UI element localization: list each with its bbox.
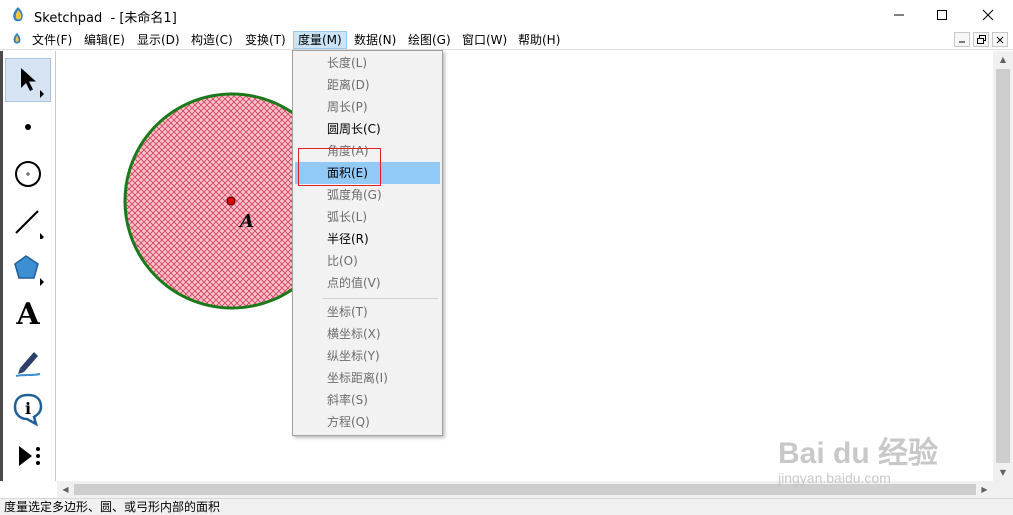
arrow-select-icon <box>21 68 44 98</box>
vertical-scroll-thumb[interactable] <box>996 69 1010 463</box>
point-tool[interactable] <box>5 105 51 149</box>
menu-item-perimeter[interactable]: 周长(P) <box>295 96 440 118</box>
title-bar: Sketchpad - [未命名1] <box>0 0 1013 30</box>
point-label-a[interactable]: A <box>238 211 254 232</box>
close-icon <box>996 36 1004 43</box>
compass-tool[interactable] <box>5 152 51 196</box>
menu-window[interactable]: 窗口(W) <box>458 31 511 49</box>
close-icon <box>982 9 994 21</box>
text-a-icon: A <box>16 297 40 332</box>
menu-edit[interactable]: 编辑(E) <box>80 31 129 49</box>
scroll-down-button[interactable]: ▼ <box>993 464 1013 481</box>
custom-tool[interactable] <box>5 434 51 478</box>
canvas-drawing: A <box>123 92 341 310</box>
status-bar: 度量选定多边形、圆、或弓形内部的面积 <box>0 498 1013 515</box>
info-icon: i <box>13 393 43 427</box>
circle-compass-icon <box>15 161 41 187</box>
menu-item-coordinates[interactable]: 坐标(T) <box>295 301 440 323</box>
triangle-down-icon: ▼ <box>999 468 1007 477</box>
svg-text:i: i <box>25 399 31 418</box>
document-icon[interactable] <box>10 32 24 46</box>
menu-item-equation[interactable]: 方程(Q) <box>295 411 440 433</box>
sketch-canvas[interactable]: A <box>57 51 993 481</box>
doc-minimize-button[interactable] <box>954 32 970 47</box>
maximize-icon <box>937 10 947 20</box>
menu-item-circumference[interactable]: 圆周长(C) <box>295 118 440 140</box>
horizontal-scrollbar[interactable]: ◀ ▶ <box>57 481 993 498</box>
menu-item-radius[interactable]: 半径(R) <box>295 228 440 250</box>
sketchpad-app-icon[interactable] <box>10 6 26 24</box>
chevron-right-icon: ▶ <box>981 485 988 494</box>
pentagon-icon <box>14 255 44 286</box>
menu-item-abscissa[interactable]: 横坐标(X) <box>295 323 440 345</box>
window-title: Sketchpad - [未命名1] <box>34 11 177 26</box>
line-segment-icon <box>15 210 44 239</box>
information-tool[interactable]: i <box>5 387 51 431</box>
menu-separator <box>323 298 438 299</box>
doc-restore-button[interactable] <box>973 32 989 47</box>
polygon-tool[interactable] <box>5 246 51 290</box>
measure-dropdown-menu: 长度(L) 距离(D) 周长(P) 圆周长(C) 角度(A) 面积(E) 弧度角… <box>292 50 443 436</box>
menu-number[interactable]: 数据(N) <box>350 31 400 49</box>
menu-item-distance[interactable]: 距离(D) <box>295 74 440 96</box>
close-button[interactable] <box>965 0 1011 30</box>
menu-item-area[interactable]: 面积(E) <box>295 162 440 184</box>
minimize-icon <box>894 14 904 16</box>
menu-bar: 文件(F) 编辑(E) 显示(D) 构造(C) 变换(T) 度量(M) 数据(N… <box>0 30 1013 50</box>
doc-close-button[interactable] <box>992 32 1008 47</box>
scroll-left-button[interactable]: ◀ <box>57 481 74 498</box>
menu-graph[interactable]: 绘图(G) <box>404 31 455 49</box>
menu-item-arc-angle[interactable]: 弧度角(G) <box>295 184 440 206</box>
chevron-left-icon: ◀ <box>62 485 69 494</box>
menu-item-ordinate[interactable]: 纵坐标(Y) <box>295 345 440 367</box>
menu-transform[interactable]: 变换(T) <box>241 31 290 49</box>
triangle-up-icon: ▲ <box>999 55 1007 64</box>
custom-tool-icon <box>19 446 40 466</box>
marker-pen-icon <box>15 352 41 377</box>
menu-item-point-value[interactable]: 点的值(V) <box>295 272 440 294</box>
toolbar-edge <box>0 51 3 481</box>
scroll-right-button[interactable]: ▶ <box>976 481 993 498</box>
menu-item-coordinate-distance[interactable]: 坐标距离(I) <box>295 367 440 389</box>
menu-item-length[interactable]: 长度(L) <box>295 52 440 74</box>
horizontal-scroll-thumb[interactable] <box>74 484 976 495</box>
minimize-icon <box>959 41 965 42</box>
menu-item-angle[interactable]: 角度(A) <box>295 140 440 162</box>
restore-icon <box>976 35 986 44</box>
menu-help[interactable]: 帮助(H) <box>514 31 564 49</box>
menu-construct[interactable]: 构造(C) <box>187 31 237 49</box>
scroll-up-button[interactable]: ▲ <box>993 51 1013 68</box>
tool-palette: A i <box>0 51 56 481</box>
point-icon <box>25 124 31 130</box>
straightedge-tool[interactable] <box>5 199 51 243</box>
menu-measure[interactable]: 度量(M) <box>293 31 347 49</box>
vertical-scrollbar[interactable]: ▲ ▼ <box>993 51 1013 481</box>
menu-item-arc-length[interactable]: 弧长(L) <box>295 206 440 228</box>
minimize-button[interactable] <box>876 0 922 30</box>
scrollbar-corner <box>993 481 1013 498</box>
arrow-tool[interactable] <box>5 58 51 102</box>
maximize-button[interactable] <box>919 0 965 30</box>
menu-item-ratio[interactable]: 比(O) <box>295 250 440 272</box>
text-tool[interactable]: A <box>5 293 51 337</box>
menu-file[interactable]: 文件(F) <box>28 31 76 49</box>
menu-display[interactable]: 显示(D) <box>133 31 184 49</box>
center-point-a[interactable] <box>226 196 236 206</box>
marker-tool[interactable] <box>5 340 51 384</box>
menu-item-slope[interactable]: 斜率(S) <box>295 389 440 411</box>
